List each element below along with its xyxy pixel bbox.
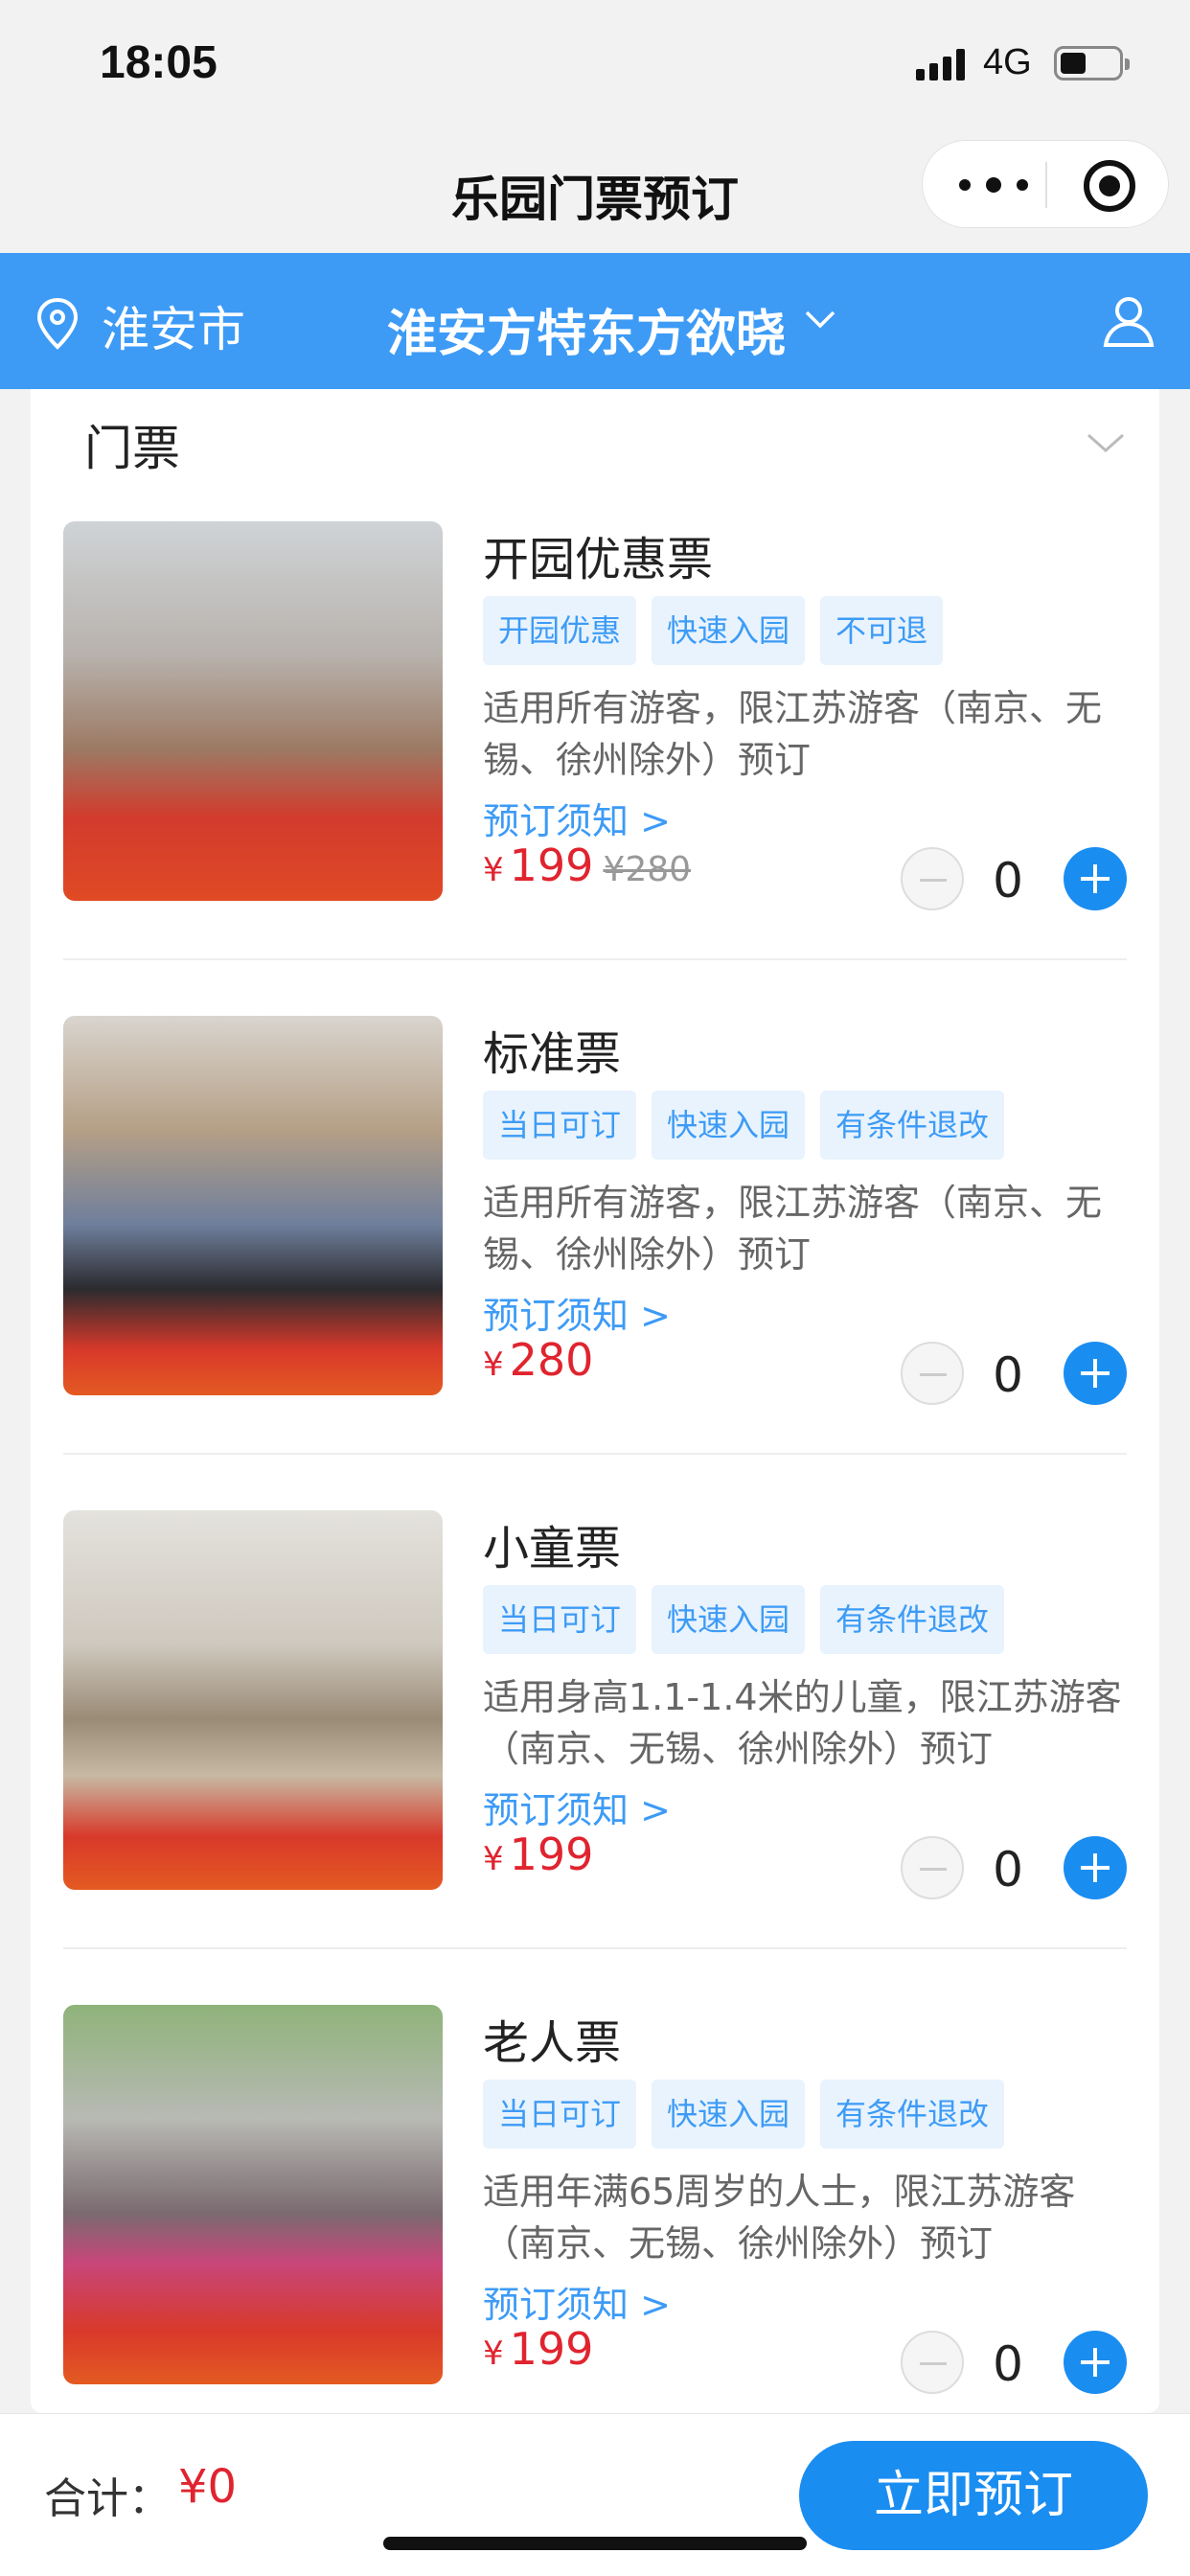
quantity: 0 [993, 1347, 1023, 1403]
ticket-photo[interactable] [63, 1510, 443, 1890]
tag: 快速入园 [652, 596, 806, 665]
close-miniprogram-icon[interactable] [1084, 160, 1135, 212]
tag: 快速入园 [652, 1585, 806, 1654]
city-selector[interactable]: 淮安市 [102, 291, 245, 360]
ticket-description: 适用所有游客，限江苏游客（南京、无锡、徐州除外）预订 [483, 687, 1103, 781]
tag: 当日可订 [483, 1585, 637, 1654]
ticket-photo[interactable] [63, 2005, 443, 2384]
ticket-tags: 当日可订 快速入园 有条件退改 [483, 1585, 1005, 1654]
capsule-menu [922, 140, 1169, 228]
increase-button[interactable] [1064, 1342, 1127, 1405]
booking-notice-link[interactable]: 预订须知 > [483, 1781, 671, 1833]
tag: 开园优惠 [483, 596, 637, 665]
original-price: ¥280 [603, 850, 692, 889]
section-title: 门票 [84, 421, 180, 476]
tag: 当日可订 [483, 2080, 637, 2149]
location-pin-icon[interactable] [34, 297, 80, 351]
divider [63, 1947, 1127, 1949]
decrease-button[interactable] [901, 847, 964, 910]
booking-notice-link[interactable]: 预订须知 > [483, 1286, 671, 1339]
more-icon[interactable] [957, 168, 1034, 202]
ticket-description: 适用年满65周岁的人士，限江苏游客（南京、无锡、徐州除外）预订 [483, 2171, 1076, 2265]
chevron-down-icon[interactable] [801, 305, 839, 334]
ticket-name: 标准票 [483, 1027, 622, 1081]
increase-button[interactable] [1064, 2331, 1127, 2394]
ticket-photo[interactable] [63, 521, 443, 901]
battery-icon [1054, 46, 1130, 80]
ticket-tags: 当日可订 快速入园 有条件退改 [483, 1091, 1005, 1160]
status-bar: 18:05 4G [0, 0, 1190, 128]
divider [63, 1453, 1127, 1455]
ticket-name: 开园优惠票 [483, 533, 714, 586]
tag: 快速入园 [652, 2080, 806, 2149]
checkout-bar: 合计： ¥0 立即预订 [0, 2413, 1190, 2576]
network-type: 4G [983, 42, 1032, 82]
status-time: 18:05 [100, 37, 217, 88]
ticket-description: 适用所有游客，限江苏游客（南京、无锡、徐州除外）预订 [483, 1182, 1103, 1276]
ticket-tags: 当日可订 快速入园 有条件退改 [483, 2080, 1005, 2149]
decrease-button[interactable] [901, 2331, 964, 2394]
currency-symbol: ¥ [483, 1346, 504, 1384]
booking-notice-link[interactable]: 预订须知 > [483, 792, 671, 844]
price-value: 199 [509, 1828, 594, 1880]
user-icon[interactable] [1100, 291, 1157, 349]
quantity: 0 [993, 2336, 1023, 2392]
location-bar: 淮安市 淮安方特东方欲晓 [0, 253, 1190, 389]
ticket-price: ¥199 [483, 2323, 593, 2375]
ticket-description: 适用身高1.1-1.4米的儿童，限江苏游客（南京、无锡、徐州除外）预订 [483, 1676, 1122, 1770]
currency-symbol: ¥ [483, 851, 504, 889]
price-value: 199 [509, 2323, 594, 2375]
park-selector[interactable]: 淮安方特东方欲晓 [387, 293, 786, 365]
tag: 有条件退改 [820, 1091, 1005, 1160]
quantity: 0 [993, 1842, 1023, 1898]
ticket-card: 门票 开园优惠票 开园优惠 快速入园 不可退 适用所有游客，限江苏游客（南京、无… [31, 389, 1159, 2413]
currency-symbol: ¥ [483, 1840, 504, 1878]
quantity: 0 [993, 853, 1023, 908]
tag: 快速入园 [652, 1091, 806, 1160]
tag: 有条件退改 [820, 1585, 1005, 1654]
currency-symbol: ¥ [483, 2334, 504, 2373]
tag: 当日可订 [483, 1091, 637, 1160]
divider [63, 958, 1127, 960]
tag: 有条件退改 [820, 2080, 1005, 2149]
capsule-divider [1045, 162, 1047, 208]
ticket-price: ¥199 [483, 1828, 593, 1880]
increase-button[interactable] [1064, 1836, 1127, 1899]
home-indicator [383, 2537, 807, 2550]
price-value: 280 [509, 1334, 594, 1386]
book-now-button[interactable]: 立即预订 [799, 2441, 1148, 2550]
ticket-name: 老人票 [483, 2016, 622, 2070]
ticket-item: 小童票 当日可订 快速入园 有条件退改 适用身高1.1-1.4米的儿童，限江苏游… [31, 1510, 1159, 2005]
booking-notice-link[interactable]: 预订须知 > [483, 2275, 671, 2328]
ticket-item: 开园优惠票 开园优惠 快速入园 不可退 适用所有游客，限江苏游客（南京、无锡、徐… [31, 521, 1159, 1016]
ticket-item: 标准票 当日可订 快速入园 有条件退改 适用所有游客，限江苏游客（南京、无锡、徐… [31, 1016, 1159, 1510]
nav-bar: 乐园门票预订 [0, 128, 1190, 253]
total-label: 合计： [44, 2474, 171, 2523]
total-value: ¥0 [178, 2460, 238, 2514]
ticket-photo[interactable] [63, 1016, 443, 1395]
price-value: 199 [509, 840, 594, 891]
ticket-price: ¥199 ¥280 [483, 840, 691, 891]
decrease-button[interactable] [901, 1836, 964, 1899]
tag: 不可退 [820, 596, 944, 665]
ticket-tags: 开园优惠 快速入园 不可退 [483, 596, 944, 665]
chevron-down-icon[interactable] [1085, 429, 1127, 456]
increase-button[interactable] [1064, 847, 1127, 910]
ticket-name: 小童票 [483, 1522, 622, 1576]
signal-icon [916, 48, 970, 80]
ticket-price: ¥280 [483, 1334, 593, 1386]
decrease-button[interactable] [901, 1342, 964, 1405]
